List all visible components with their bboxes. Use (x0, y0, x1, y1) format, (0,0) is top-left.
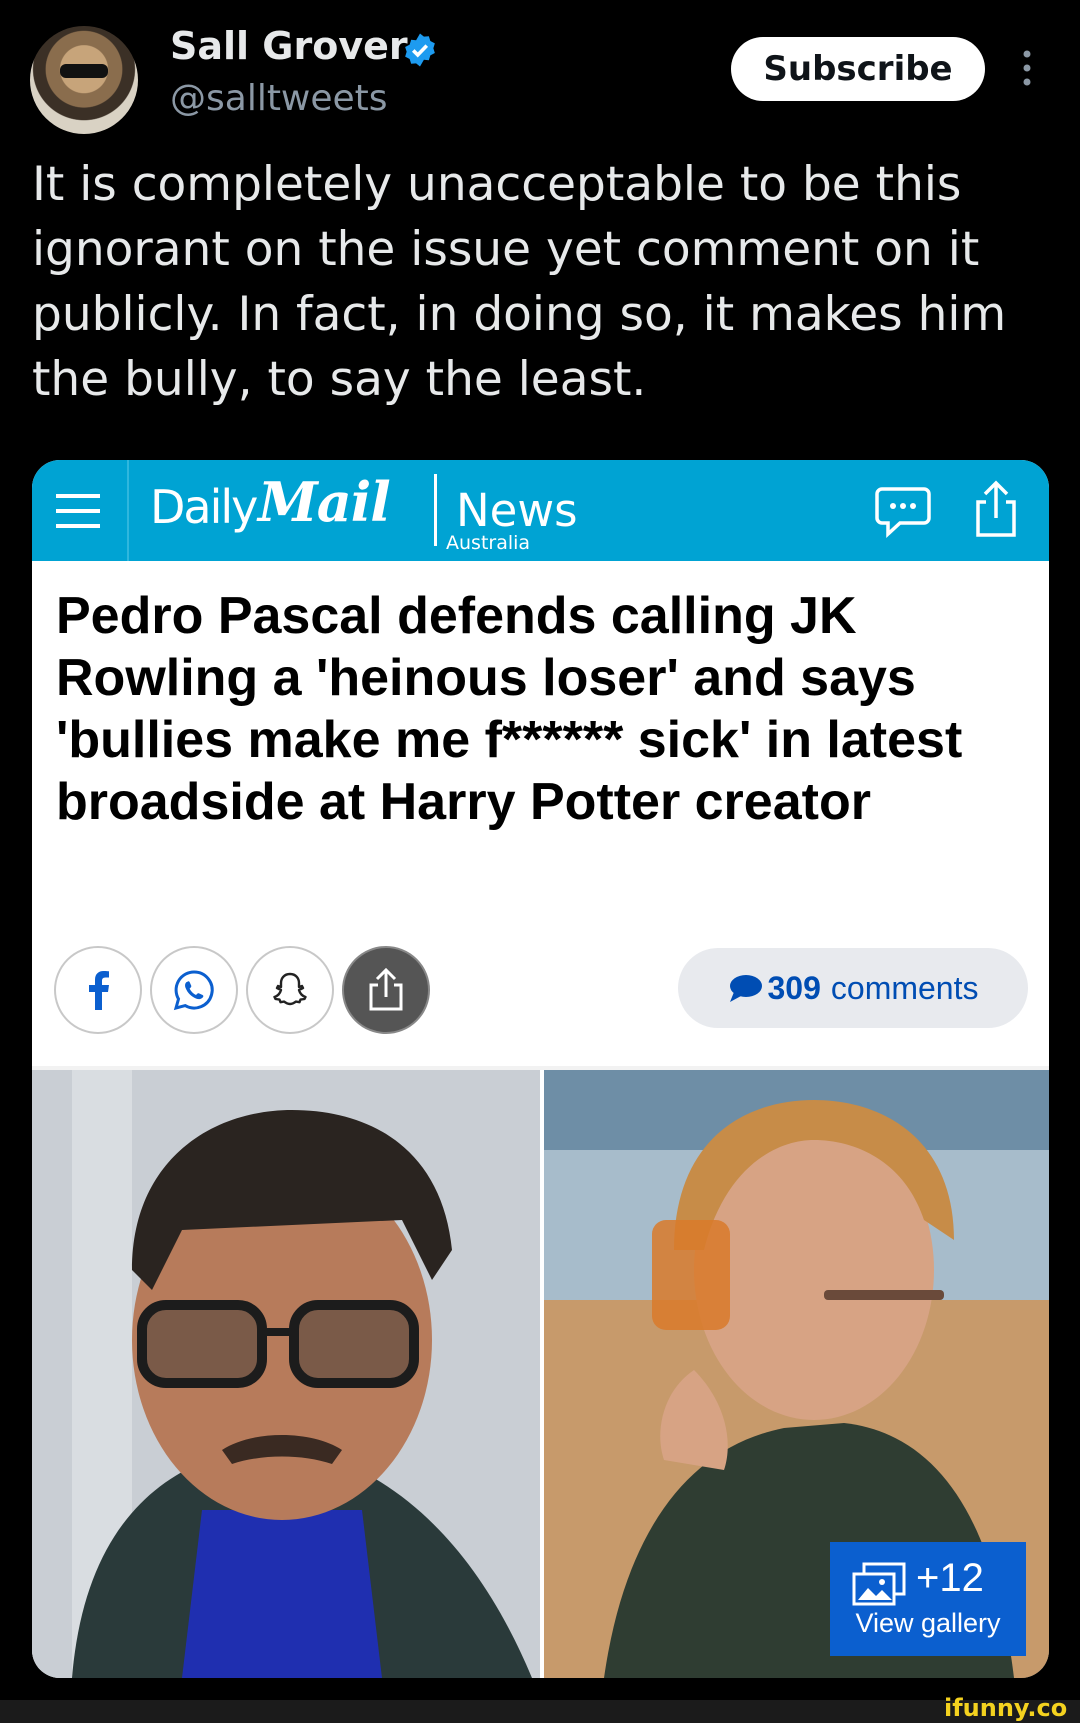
author-name[interactable]: Sall Grover (170, 24, 408, 68)
verified-badge-icon (405, 33, 435, 67)
comments-button[interactable]: 309 comments (678, 948, 1028, 1028)
menu-icon[interactable] (56, 490, 100, 532)
gallery-next-button[interactable] (945, 810, 1035, 940)
photo-pedro-pascal[interactable] (32, 1070, 540, 1678)
comments-count: 309 (767, 969, 821, 1006)
subscribe-button[interactable]: Subscribe (731, 37, 985, 101)
section-label[interactable]: News (456, 484, 578, 537)
share-icon[interactable] (972, 480, 1020, 538)
logo-divider (434, 474, 437, 546)
more-share-button[interactable] (342, 946, 430, 1034)
portrait-illustration (32, 1070, 540, 1678)
article-card[interactable]: Daily Mail Australia News Pedro Pascal d… (32, 460, 1049, 1678)
snapchat-share-button[interactable] (246, 946, 334, 1034)
logo-mail: Mail (258, 470, 391, 534)
logo-daily: Daily (150, 480, 258, 534)
chevron-right-icon (972, 848, 1004, 902)
header-divider (127, 460, 129, 561)
comments-label: comments (830, 969, 979, 1006)
author-handle[interactable]: @salltweets (170, 78, 388, 119)
share-icon (369, 968, 403, 1011)
article-headline[interactable]: Pedro Pascal defends calling JK Rowling … (56, 585, 1016, 833)
tweet-header: Sall Grover @salltweets Subscribe (0, 0, 1080, 140)
facebook-share-button[interactable] (54, 946, 142, 1034)
comment-icon[interactable] (874, 486, 932, 538)
gallery-count: +12 (916, 1556, 984, 1600)
avatar[interactable] (30, 26, 138, 134)
view-gallery-button[interactable]: +12 View gallery (830, 1542, 1026, 1656)
gallery-label: View gallery (855, 1608, 1001, 1638)
more-options-icon[interactable] (1018, 48, 1036, 88)
comment-bubble-icon (729, 975, 762, 1002)
ifunny-watermark: ifunny.co (944, 1694, 1068, 1722)
tweet-text: It is completely unacceptable to be this… (32, 157, 1007, 407)
gallery-icon (852, 1562, 906, 1606)
snapchat-icon (273, 972, 307, 1006)
footer-bar (0, 1700, 1080, 1723)
whatsapp-icon (173, 970, 214, 1011)
whatsapp-share-button[interactable] (150, 946, 238, 1034)
daily-mail-header: Daily Mail Australia News (32, 460, 1049, 561)
facebook-icon (89, 971, 109, 1010)
